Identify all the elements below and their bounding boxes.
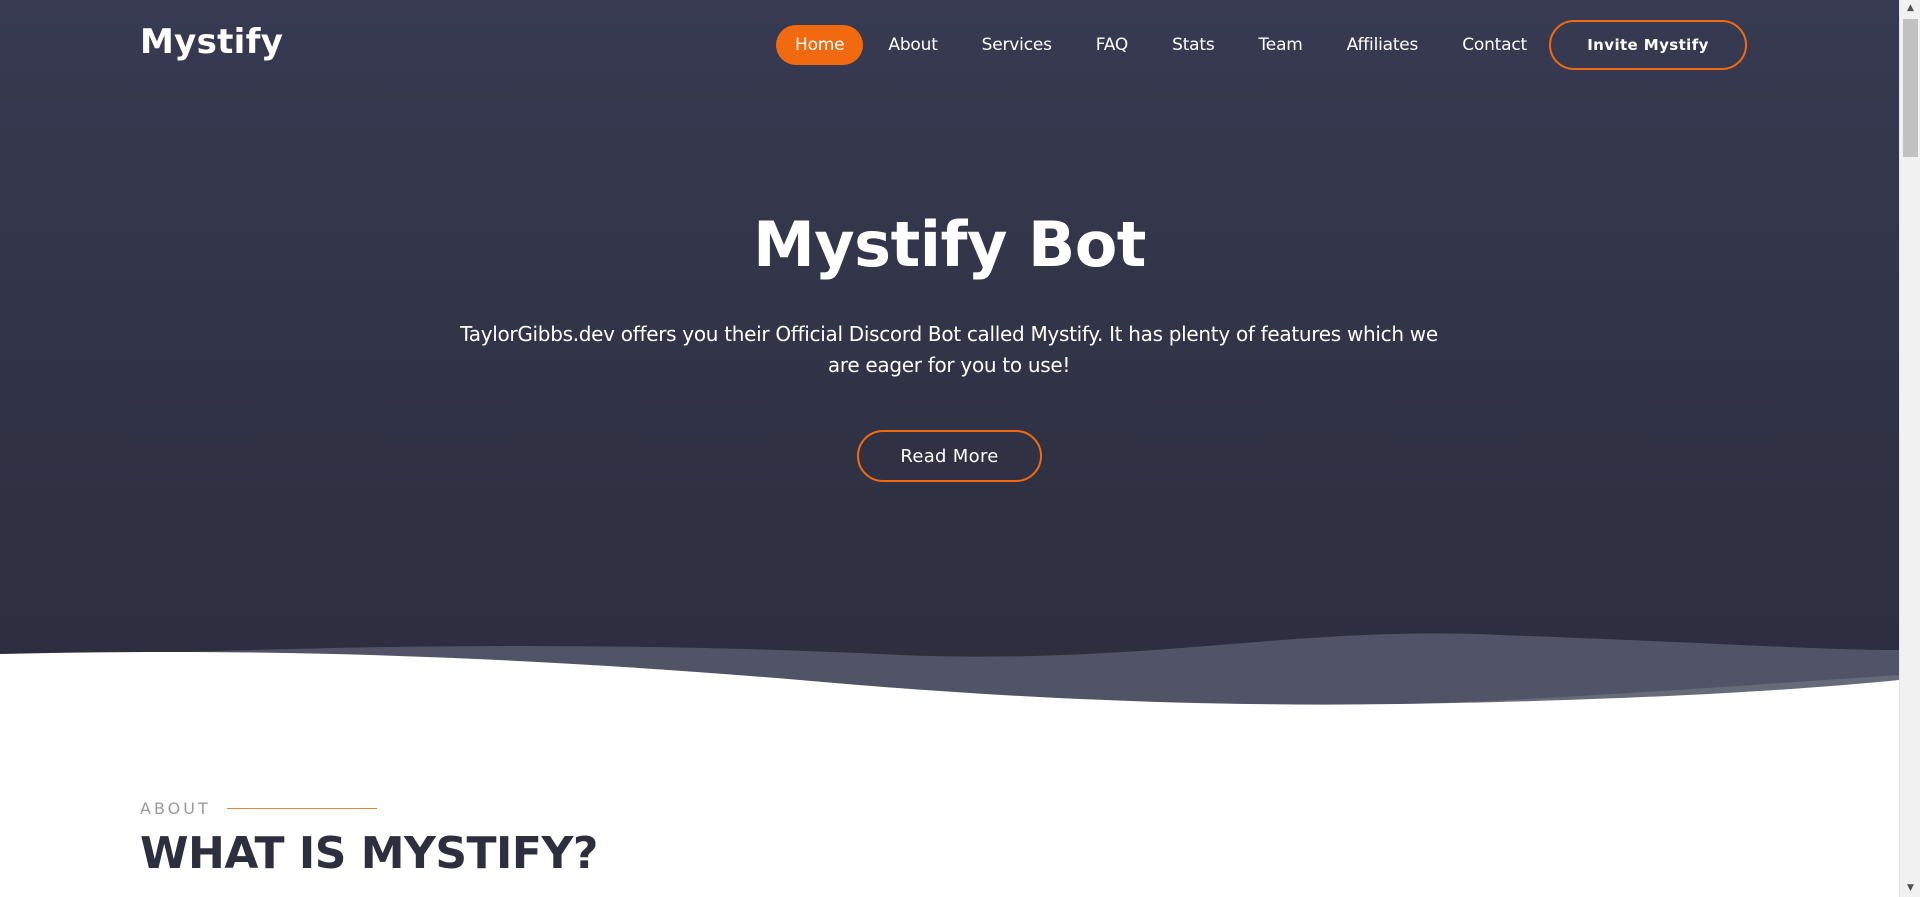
nav-item-stats[interactable]: Stats [1153,25,1233,65]
nav-item-about[interactable]: About [869,25,956,65]
hero-wave-divider [0,633,1899,730]
nav-item-faq[interactable]: FAQ [1077,25,1147,65]
navbar: Mystify Home About Services FAQ Stats Te… [0,0,1899,88]
nav-item-home[interactable]: Home [776,25,864,65]
nav-item-affiliates[interactable]: Affiliates [1328,25,1438,65]
read-more-button[interactable]: Read More [857,430,1042,482]
about-heading: WHAT IS MYSTIFY? [140,828,598,879]
main-nav: Home About Services FAQ Stats Team Affil… [776,24,1552,66]
site-logo[interactable]: Mystify [140,22,283,62]
scroll-up-arrow-icon[interactable]: ▲ [1900,0,1920,17]
scroll-down-arrow-icon[interactable]: ▼ [1900,880,1920,897]
hero-title: Mystify Bot [753,208,1146,281]
vertical-scrollbar[interactable]: ▲ ▼ [1899,0,1920,897]
nav-item-team[interactable]: Team [1240,25,1322,65]
hero-description: TaylorGibbs.dev offers you their Officia… [460,322,1438,377]
page: Mystify Home About Services FAQ Stats Te… [0,0,1899,897]
scrollbar-thumb[interactable] [1903,19,1918,157]
invite-button[interactable]: Invite Mystify [1549,20,1747,70]
about-section-label: ABOUT [140,799,377,818]
nav-item-services[interactable]: Services [963,25,1071,65]
hero-section: Mystify Home About Services FAQ Stats Te… [0,0,1899,705]
nav-item-contact[interactable]: Contact [1443,25,1546,65]
about-label-divider [226,808,377,809]
about-label-text: ABOUT [140,799,211,818]
